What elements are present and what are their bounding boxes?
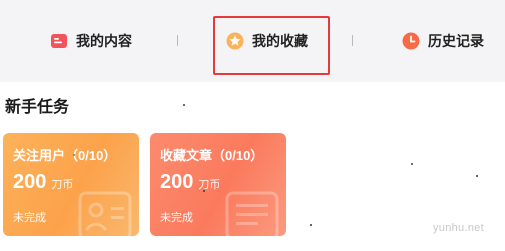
task-card-follow-users[interactable]: 关注用户（0/10） 200 刀币 未完成 <box>3 133 139 236</box>
tab-history[interactable]: 历史记录 <box>402 26 484 56</box>
task-title: 关注用户（0/10） <box>13 148 117 163</box>
bookmark-icon <box>51 34 67 48</box>
reward-amount: 200 <box>160 171 194 193</box>
tab-my-content[interactable]: 我的内容 <box>50 26 132 56</box>
speck <box>310 224 312 226</box>
tab-label: 历史记录 <box>428 33 484 49</box>
selection-highlight <box>213 16 330 75</box>
document-icon <box>225 191 279 236</box>
task-reward: 200 刀币 <box>160 171 220 194</box>
tab-bar: 我的内容 我的收藏 历史记录 <box>0 0 505 82</box>
user-card-icon <box>78 191 132 236</box>
speck <box>411 163 413 165</box>
speck <box>476 175 478 177</box>
task-status: 未完成 <box>160 212 193 224</box>
speck <box>203 190 205 192</box>
section-title: 新手任务 <box>5 99 70 116</box>
task-reward: 200 刀币 <box>13 171 73 194</box>
clock-icon <box>402 32 420 50</box>
tab-label: 我的内容 <box>76 33 132 49</box>
reward-unit: 刀币 <box>51 179 74 191</box>
reward-amount: 200 <box>13 171 47 193</box>
speck <box>183 104 185 106</box>
divider <box>352 35 353 46</box>
task-card-favorite-articles[interactable]: 收藏文章（0/10） 200 刀币 未完成 <box>150 133 286 236</box>
task-title: 收藏文章（0/10） <box>160 148 264 163</box>
speck <box>73 154 75 156</box>
watermark: yunhu.net <box>433 222 485 234</box>
reward-unit: 刀币 <box>198 179 221 191</box>
task-status: 未完成 <box>13 212 46 224</box>
divider <box>177 35 178 46</box>
